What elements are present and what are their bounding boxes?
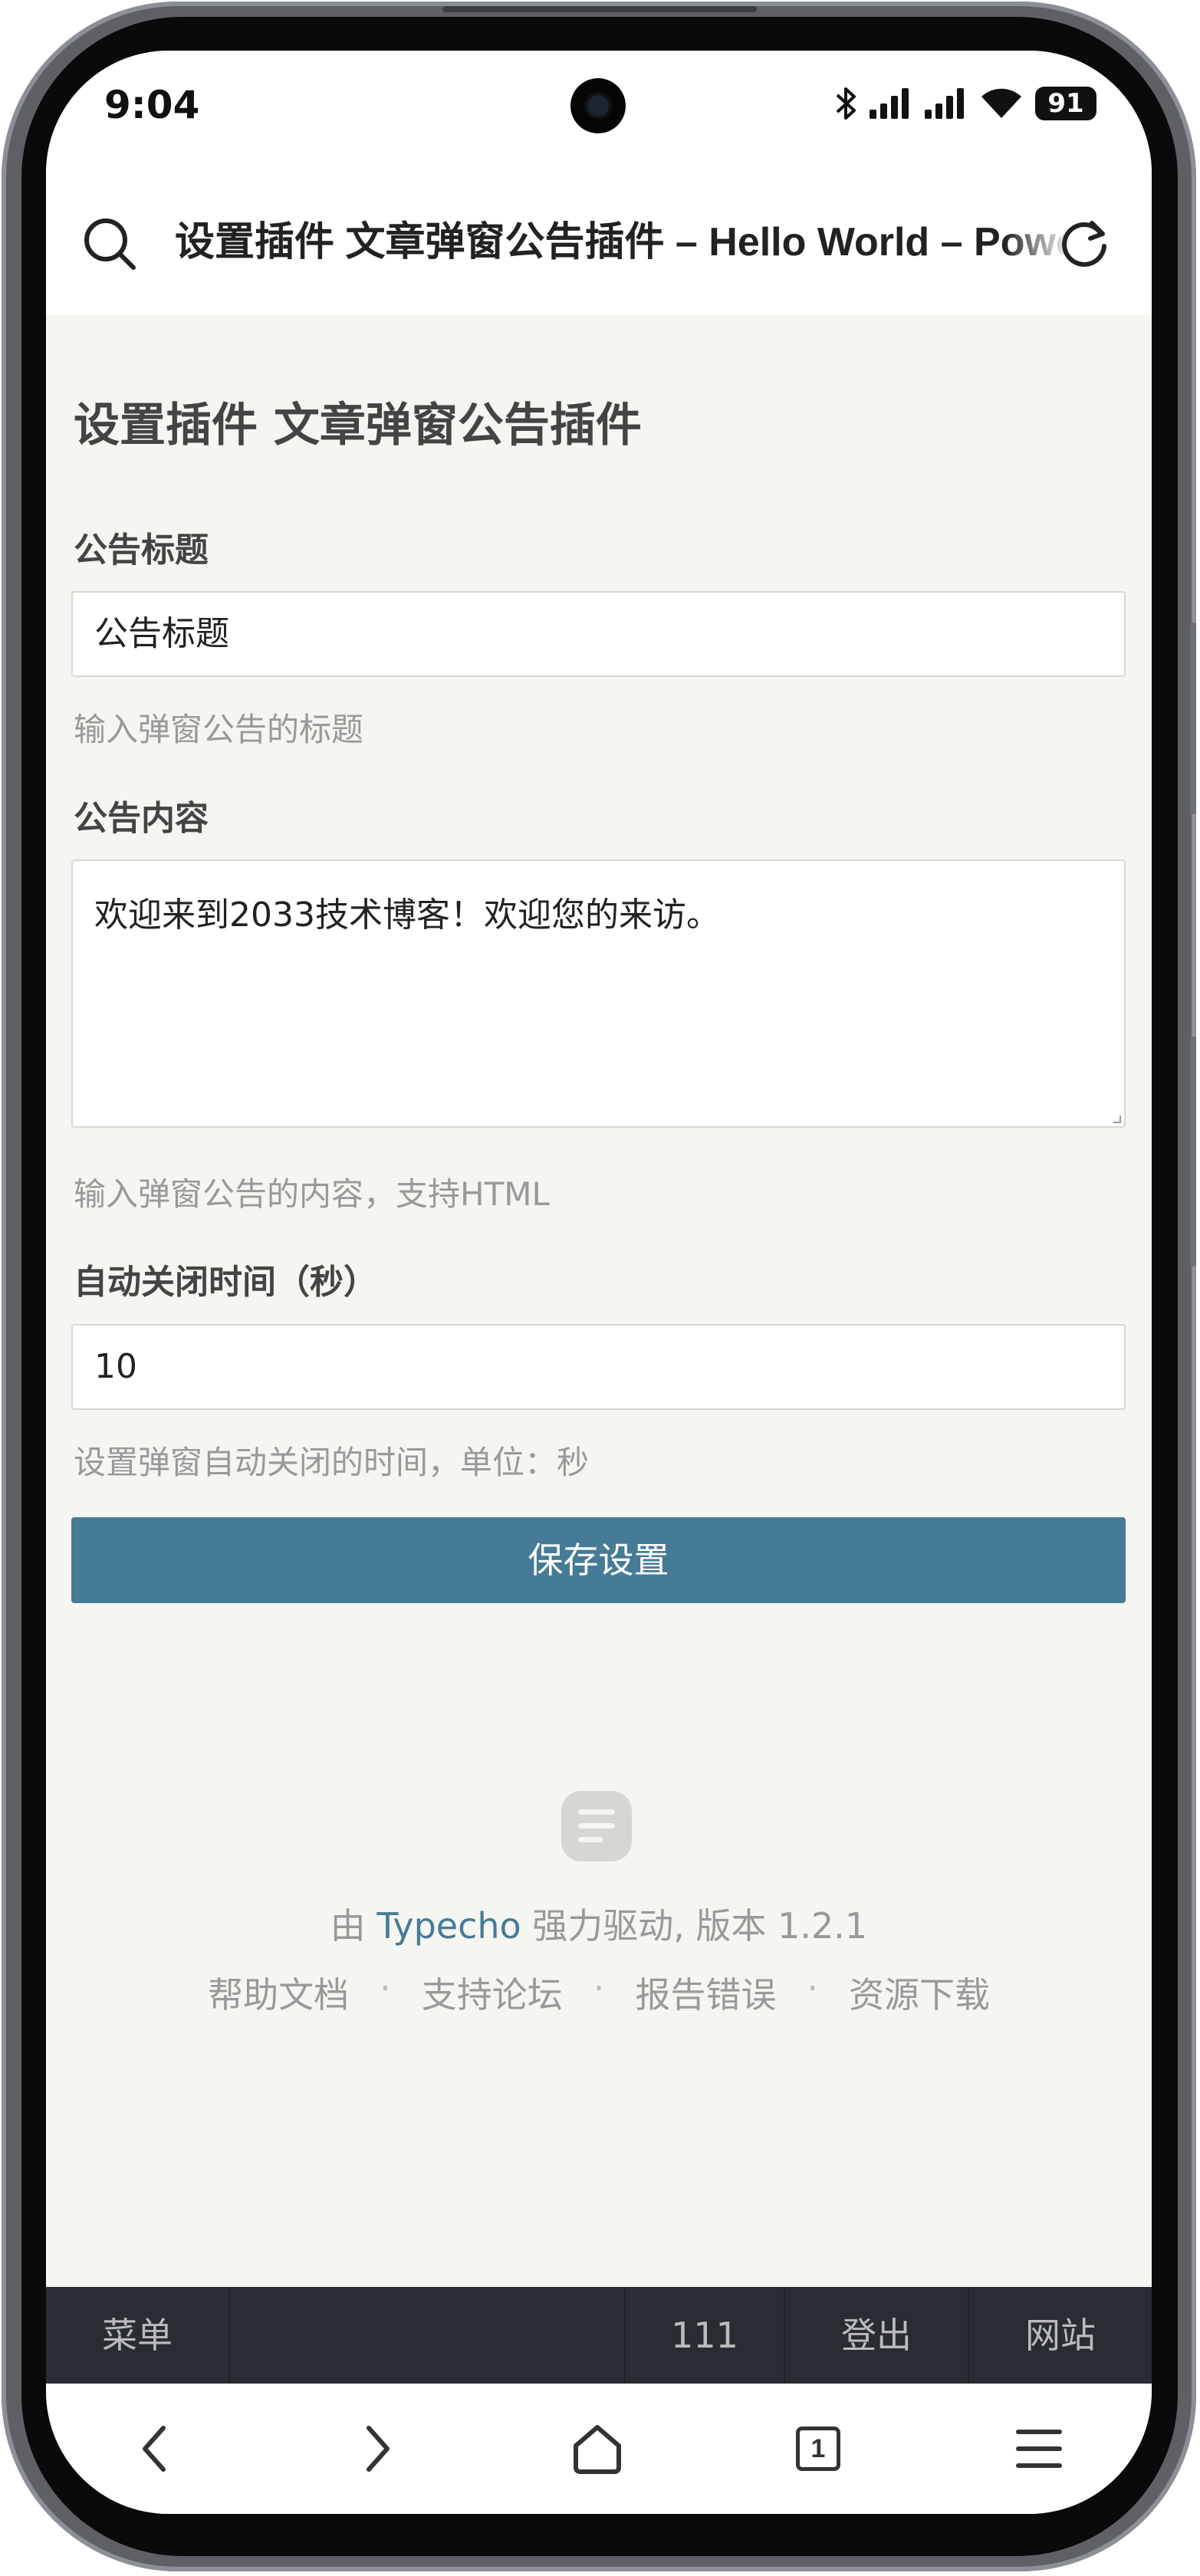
battery-indicator: 91 [1035,87,1096,120]
footer-separator: · [380,1967,391,2009]
field-label-title: 公告标题 [74,531,209,570]
resize-handle[interactable] [1113,1116,1121,1123]
field-hint-title: 输入弹窗公告的标题 [74,711,364,748]
power-button [1190,1037,1196,1267]
home-button[interactable] [563,2414,632,2483]
field-hint-autoclose: 设置弹窗自动关闭的时间，单位：秒 [74,1444,590,1481]
admin-user-link[interactable]: 111 [626,2287,784,2384]
screen: 9:04 91 设置插件 文章弹窗公告插件 – Hello World – 设置… [46,51,1152,2514]
report-bug-link[interactable]: 报告错误 [635,1967,776,2018]
powered-prefix: 由 [330,1905,366,1947]
field-hint-content: 输入弹窗公告的内容，支持HTML [74,1175,550,1213]
status-time: 9:04 [104,83,200,127]
back-button[interactable] [121,2414,190,2483]
resources-download-link[interactable]: 资源下载 [849,1967,990,2018]
footer-links: 帮助文档 · 支持论坛 · 报告错误 · 资源下载 [46,1967,1152,2018]
autoclose-seconds-input[interactable]: 10 [71,1324,1126,1410]
menu-icon [1016,2430,1062,2468]
status-icons: 91 [834,84,1096,123]
footer-separator: · [593,1967,605,2009]
browser-bottom-nav: 1 [46,2384,1152,2514]
front-camera [570,78,626,133]
search-icon[interactable] [81,215,140,274]
announcement-content-textarea[interactable]: 欢迎来到2033技术博客！欢迎您的来访。 [71,859,1126,1128]
admin-bottom-bar: 菜单 111 登出 网站 [46,2287,1152,2384]
announcement-content-value: 欢迎来到2033技术博客！欢迎您的来访。 [94,895,720,935]
admin-site-link[interactable]: 网站 [969,2287,1152,2384]
forward-icon [367,2426,390,2472]
admin-logout-link[interactable]: 登出 [785,2287,968,2384]
browser-menu-button[interactable] [1004,2414,1073,2483]
speaker-grille [442,6,757,12]
signal-icon [870,88,909,119]
status-bar: 9:04 91 [46,51,1152,162]
tabs-icon: 1 [796,2426,840,2471]
bluetooth-icon [836,87,856,120]
page-title: 设置插件 文章弹窗公告插件 [74,399,642,452]
admin-menu-button[interactable]: 菜单 [46,2287,228,2384]
typecho-link[interactable]: Typecho [376,1905,521,1947]
footer-separator: · [807,1967,818,2009]
forward-button[interactable] [342,2414,411,2483]
support-forum-link[interactable]: 支持论坛 [422,1967,563,2018]
field-label-autoclose: 自动关闭时间（秒） [74,1263,377,1302]
reload-icon[interactable] [1057,215,1112,271]
home-icon [574,2425,621,2474]
powered-suffix: 强力驱动, 版本 1.2.1 [532,1905,868,1947]
browser-url-bar[interactable]: 设置插件 文章弹窗公告插件 – Hello World – Powered by… [46,162,1152,315]
wifi-icon [981,88,1021,118]
signal-icon [925,88,964,119]
help-docs-link[interactable]: 帮助文档 [208,1967,349,2018]
tabs-button[interactable]: 1 [784,2414,853,2483]
save-settings-button[interactable]: 保存设置 [71,1517,1126,1603]
field-label-content: 公告内容 [74,799,209,838]
typecho-logo-icon [561,1791,632,1861]
volume-button [1190,623,1196,814]
admin-separator [228,2287,230,2384]
powered-by-text: 由 Typecho 强力驱动, 版本 1.2.1 [46,1898,1152,1949]
page-title-in-url-bar[interactable]: 设置插件 文章弹窗公告插件 – Hello World – Powered by… [175,215,1080,269]
announcement-title-input[interactable]: 公告标题 [71,591,1126,677]
back-icon [143,2426,166,2472]
